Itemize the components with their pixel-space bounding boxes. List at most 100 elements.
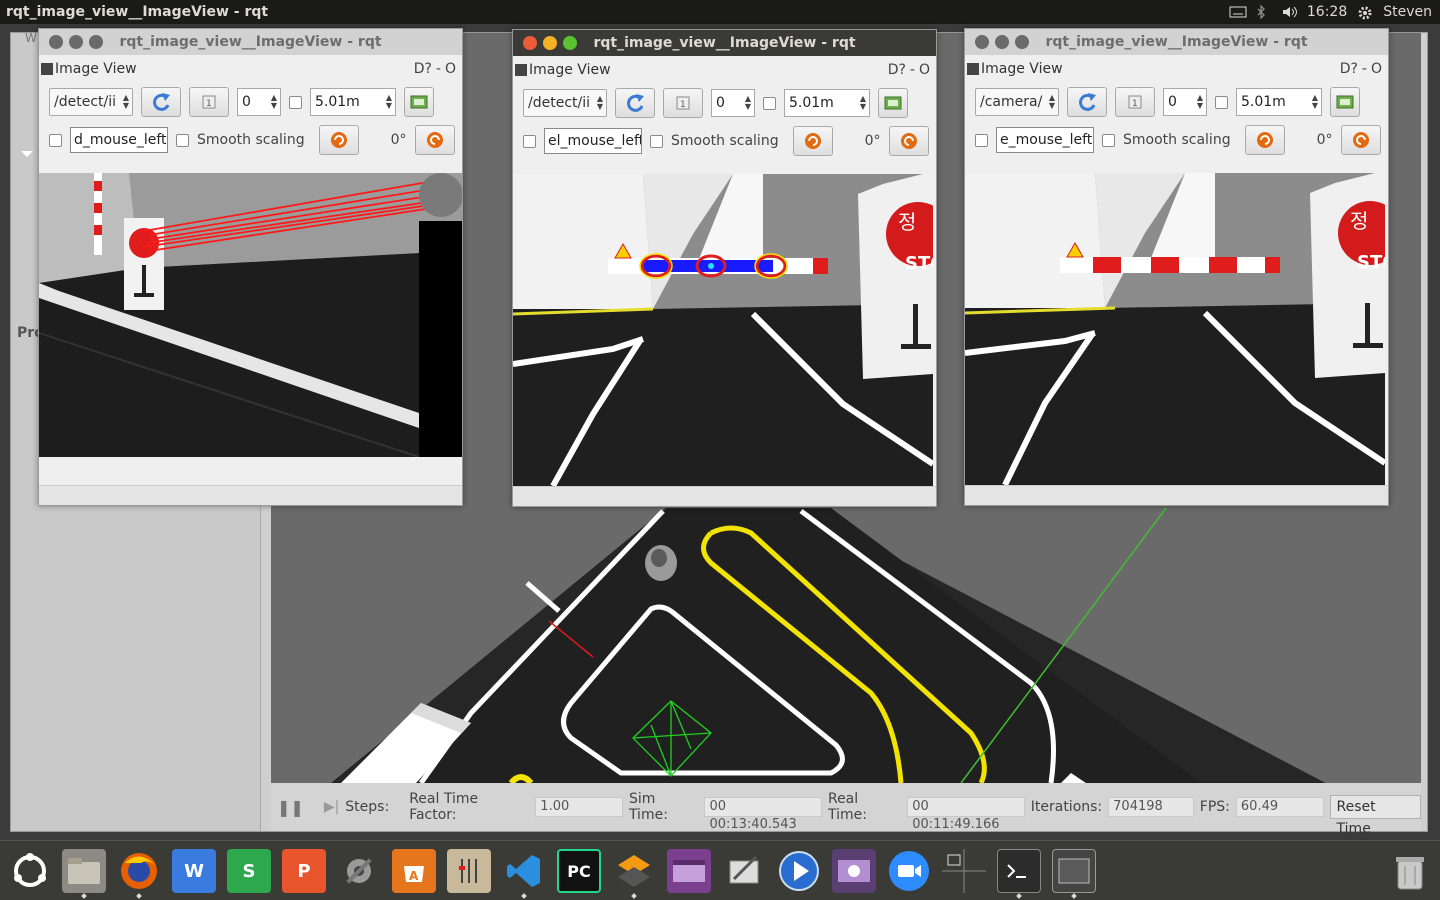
rotate-left-icon[interactable] [318, 125, 359, 155]
wps-writer-icon[interactable]: W [172, 849, 216, 893]
camera-image-view[interactable]: 정 STO [513, 174, 933, 486]
max-range-spinbox[interactable]: 5.01m ▲ ▼ [1236, 88, 1322, 116]
layers-icon[interactable] [612, 849, 656, 893]
close-panel-icon[interactable]: O [445, 61, 456, 77]
checkbox[interactable] [763, 96, 776, 110]
firefox-icon[interactable] [117, 849, 161, 893]
mouse-publish-checkbox[interactable] [523, 134, 536, 148]
minimize-panel-icon[interactable]: - [910, 62, 915, 78]
gear-icon[interactable] [1357, 5, 1373, 20]
help-icon[interactable]: D? [414, 61, 432, 77]
pycharm-icon[interactable]: PC [557, 849, 601, 893]
rotate-left-icon[interactable] [792, 126, 833, 156]
minimize-button[interactable] [543, 36, 557, 50]
checkbox[interactable] [1215, 95, 1228, 109]
close-button[interactable] [975, 35, 989, 49]
spinbox-value[interactable]: 0 ▲ ▼ [1163, 88, 1207, 116]
zoom-1-button[interactable]: 1 [1115, 87, 1155, 117]
running-indicator [1016, 893, 1022, 899]
window-titlebar[interactable]: rqt_image_view__ImageView - rqt [513, 30, 936, 56]
save-image-icon[interactable] [404, 87, 434, 117]
minimize-panel-icon[interactable]: - [436, 61, 441, 77]
clock[interactable]: 16:28 [1307, 4, 1347, 20]
spinbox-value[interactable]: 0 ▲ ▼ [711, 89, 755, 117]
window-titlebar[interactable]: rqt_image_view__ImageView - rqt [39, 29, 462, 55]
topic-combo[interactable]: /camera/▲ ▼ [975, 88, 1059, 116]
rotate-right-icon[interactable] [414, 125, 455, 155]
terminal-icon[interactable] [997, 849, 1041, 893]
camera-image-view[interactable]: 정 STO [965, 173, 1385, 485]
camera-image-view[interactable] [39, 173, 462, 457]
rotate-right-icon[interactable] [888, 126, 929, 156]
media-player-icon[interactable] [777, 849, 821, 893]
save-image-icon[interactable] [1330, 87, 1360, 117]
close-panel-icon[interactable]: O [919, 62, 930, 78]
smooth-scaling-checkbox[interactable] [176, 133, 189, 147]
refresh-button[interactable] [141, 87, 181, 117]
wps-spreadsheet-icon[interactable]: S [227, 849, 271, 893]
spinbox-value[interactable]: 0 ▲ ▼ [237, 88, 281, 116]
running-indicator [81, 893, 87, 899]
software-center-icon[interactable]: A [392, 849, 436, 893]
minimize-button[interactable] [69, 35, 83, 49]
max-range-spinbox[interactable]: 5.01m ▲ ▼ [310, 88, 396, 116]
volume-icon[interactable] [1281, 5, 1297, 19]
maximize-button[interactable] [89, 35, 103, 49]
maximize-button[interactable] [563, 36, 577, 50]
topic-combo[interactable]: /detect/ii ▲ ▼ [523, 89, 607, 117]
smooth-scaling-label: Smooth scaling [671, 133, 779, 149]
rotate-left-icon[interactable] [1244, 125, 1285, 155]
zoom-1-button[interactable]: 1 [663, 88, 703, 118]
mouse-publish-checkbox[interactable] [49, 133, 62, 147]
pcb-tool-icon[interactable] [447, 849, 491, 893]
screenshot-icon[interactable] [722, 849, 766, 893]
window-icon[interactable] [1052, 849, 1096, 893]
minimize-panel-icon[interactable]: - [1362, 61, 1367, 77]
close-button[interactable] [523, 36, 537, 50]
video-icon[interactable] [667, 849, 711, 893]
smooth-scaling-checkbox[interactable] [650, 134, 663, 148]
bluetooth-icon[interactable] [1255, 4, 1271, 20]
mouse-topic-field[interactable]: d_mouse_left [70, 127, 168, 153]
settings-icon[interactable] [337, 849, 381, 893]
rqt-window-2: rqt_image_view__ImageView - rqt Image Vi… [512, 29, 937, 507]
help-icon[interactable]: D? [1340, 61, 1358, 77]
step-icon[interactable]: ▶| [324, 799, 339, 815]
zoom-icon[interactable] [887, 849, 931, 893]
video-editor-icon[interactable] [832, 849, 876, 893]
help-icon[interactable]: D? [888, 62, 906, 78]
rotate-right-icon[interactable] [1340, 125, 1381, 155]
sign-korean-text: 정 [898, 210, 916, 234]
panel-title: Image View [981, 61, 1063, 77]
mouse-topic-field[interactable]: el_mouse_left [544, 128, 642, 154]
stop-sign-text: STO [905, 253, 933, 274]
trash-icon[interactable] [1388, 849, 1432, 893]
sign-korean-text: 정 [1350, 209, 1368, 233]
save-image-icon[interactable] [878, 88, 908, 118]
reset-time-button[interactable]: Reset Time [1329, 795, 1422, 837]
topic-combo[interactable]: /detect/ii ▲ ▼ [49, 88, 133, 116]
window-titlebar[interactable]: rqt_image_view__ImageView - rqt [965, 29, 1388, 55]
close-button[interactable] [49, 35, 63, 49]
keyboard-icon[interactable] [1229, 5, 1247, 19]
rotation-label: 0° [864, 133, 881, 149]
close-panel-icon[interactable]: O [1371, 61, 1382, 77]
files-icon[interactable] [62, 849, 106, 893]
max-range-spinbox[interactable]: 5.01m ▲ ▼ [784, 89, 870, 117]
pause-icon[interactable]: ❚❚ [277, 798, 304, 817]
refresh-button[interactable] [1067, 87, 1107, 117]
checkbox[interactable] [289, 95, 302, 109]
refresh-button[interactable] [615, 88, 655, 118]
ubuntu-icon[interactable] [8, 849, 52, 893]
mouse-topic-field[interactable]: e_mouse_left [996, 127, 1094, 153]
collapse-arrow-icon[interactable] [21, 151, 33, 157]
wps-presentation-icon[interactable]: P [282, 849, 326, 893]
mouse-publish-checkbox[interactable] [975, 133, 988, 147]
smooth-scaling-checkbox[interactable] [1102, 133, 1115, 147]
vscode-icon[interactable] [502, 849, 546, 893]
zoom-1-button[interactable]: 1 [189, 87, 229, 117]
user-name[interactable]: Steven [1383, 4, 1432, 20]
workspace-icon[interactable] [942, 849, 986, 893]
maximize-button[interactable] [1015, 35, 1029, 49]
minimize-button[interactable] [995, 35, 1009, 49]
